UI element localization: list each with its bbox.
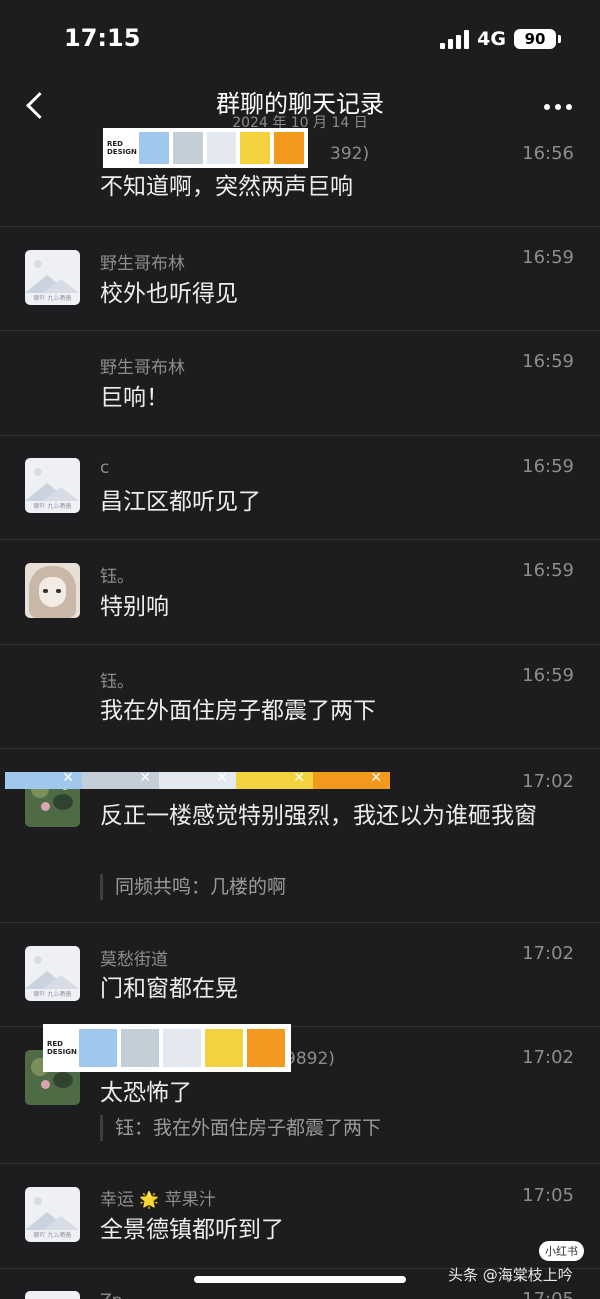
palette-swatch: [139, 132, 169, 164]
message-time: 17:02: [522, 943, 574, 964]
network-label: 4G: [477, 28, 506, 50]
battery-icon: 90: [514, 29, 561, 49]
message-text: 全景德镇都听到了: [100, 1217, 284, 1243]
signal-icon: [440, 29, 470, 49]
close-icon[interactable]: ✕: [370, 770, 382, 786]
palette-swatch: [274, 132, 304, 164]
message-item: 聊吖 九么晒备 c 16:59 昌江区都听见了: [0, 435, 600, 540]
palette-swatch: [79, 1029, 117, 1067]
avatar-caption: 聊吖 九么晒备: [33, 1232, 72, 1239]
avatar-placeholder-icon[interactable]: 聊吖 九么晒备: [25, 946, 80, 1001]
message-time: 17:02: [522, 1047, 574, 1068]
message-sender: 野生哥布林: [100, 358, 185, 378]
message-text: 特别响: [100, 594, 169, 620]
message-item: 聊吖 九么晒备 幸运 🌟 苹果汁 17:05 全景德镇都听到了: [0, 1163, 600, 1269]
message-sender: 钰。: [100, 672, 134, 692]
message-item: 聊吖 九么晒备 莫愁街道 17:02 门和窗都在晃: [0, 922, 600, 1027]
status-indicators: 4G 90: [440, 28, 561, 50]
palette-brand: RED DESIGN: [47, 1040, 77, 1056]
quoted-reply[interactable]: 同频共鸣：几楼的啊: [100, 874, 560, 900]
message-time: 17:02: [522, 771, 574, 792]
close-icon[interactable]: ✕: [139, 770, 151, 786]
close-icon[interactable]: ✕: [62, 770, 74, 786]
message-item: 聊吖 九么晒备 野生哥布林 16:59 校外也听得见: [0, 226, 600, 331]
message-text: 太恐怖了: [100, 1080, 192, 1106]
sender-name-part: 苹果汁: [164, 1190, 216, 1210]
avatar-caption: 聊吖 九么晒备: [33, 991, 72, 998]
strip-swatch: ✕: [159, 770, 236, 789]
message-sender: 野生哥布林: [100, 254, 185, 274]
message-time: 16:59: [522, 665, 574, 686]
palette-swatch: [172, 132, 203, 164]
home-indicator[interactable]: [194, 1276, 406, 1283]
avatar-caption: 聊吖 九么晒备: [33, 503, 72, 510]
strip-swatch: ✕: [236, 770, 313, 789]
quoted-reply[interactable]: 钰：我在外面住房子都震了两下: [100, 1115, 560, 1141]
palette-swatch: [205, 1029, 243, 1067]
avatar-placeholder-icon[interactable]: 聊吖 九么晒备: [25, 250, 80, 305]
message-time: 16:59: [522, 456, 574, 477]
message-sender: 幸运 🌟 苹果汁: [100, 1185, 216, 1210]
message-time: 17:05: [522, 1185, 574, 1206]
palette-swatch: [206, 132, 237, 164]
message-text: 昌江区都听见了: [100, 489, 261, 515]
message-text: 门和窗都在晃: [100, 976, 238, 1002]
avatar-anime-girl[interactable]: [25, 563, 80, 618]
message-item: 钰。 16:59 特别响: [0, 539, 600, 645]
palette-brand: RED DESIGN: [107, 140, 137, 156]
message-text: 巨响！: [100, 385, 169, 411]
message-text: 校外也听得见: [100, 281, 238, 307]
palette-swatch: [121, 1029, 159, 1067]
avatar-placeholder-icon[interactable]: 聊吖 九么晒备: [25, 458, 80, 513]
message-time: 16:56: [522, 143, 574, 164]
message-item: 钰。 16:59 我在外面住房子都震了两下: [0, 644, 600, 749]
message-time: 16:59: [522, 351, 574, 372]
xiaohongshu-badge: 小红书: [539, 1241, 584, 1261]
strip-swatch: ✕: [313, 770, 390, 789]
message-sender: 钰。: [100, 567, 134, 587]
message-sender: 392): [330, 144, 370, 164]
color-strip-overlay: ✕ ✕ ✕ ✕ ✕: [5, 770, 390, 789]
message-time: 16:59: [522, 247, 574, 268]
strip-swatch: ✕: [82, 770, 159, 789]
color-palette-overlay: RED DESIGN: [103, 128, 308, 168]
message-sender: 9892): [285, 1049, 335, 1069]
message-text: 反正一楼感觉特别强烈，我还以为谁砸我窗: [100, 803, 537, 829]
palette-swatch: [240, 132, 271, 164]
sender-name-part: 幸运: [100, 1190, 134, 1210]
color-palette-overlay: RED DESIGN: [43, 1024, 291, 1072]
close-icon[interactable]: ✕: [293, 770, 305, 786]
more-options-icon[interactable]: [544, 104, 572, 110]
avatar-caption: 聊吖 九么晒备: [33, 295, 72, 302]
palette-swatch: [247, 1029, 285, 1067]
sparkle-star-emoji-icon: 🌟: [139, 1190, 160, 1209]
message-text: 不知道啊，突然两声巨响: [100, 174, 353, 200]
status-time: 17:15: [64, 24, 141, 52]
strip-swatch: ✕: [5, 770, 82, 789]
message-sender: 莫愁街道: [100, 950, 168, 970]
status-bar: 17:15 4G 90: [0, 0, 600, 80]
watermark-text: 头条 @海棠枝上吟: [448, 1266, 573, 1284]
close-icon[interactable]: ✕: [216, 770, 228, 786]
message-time: 16:59: [522, 560, 574, 581]
message-sender: c: [100, 458, 110, 478]
message-item: 野生哥布林 16:59 巨响！: [0, 330, 600, 436]
avatar-placeholder-icon[interactable]: 聊吖 九么晒备: [25, 1187, 80, 1242]
palette-swatch: [163, 1029, 201, 1067]
message-text: 我在外面住房子都震了两下: [100, 698, 376, 724]
